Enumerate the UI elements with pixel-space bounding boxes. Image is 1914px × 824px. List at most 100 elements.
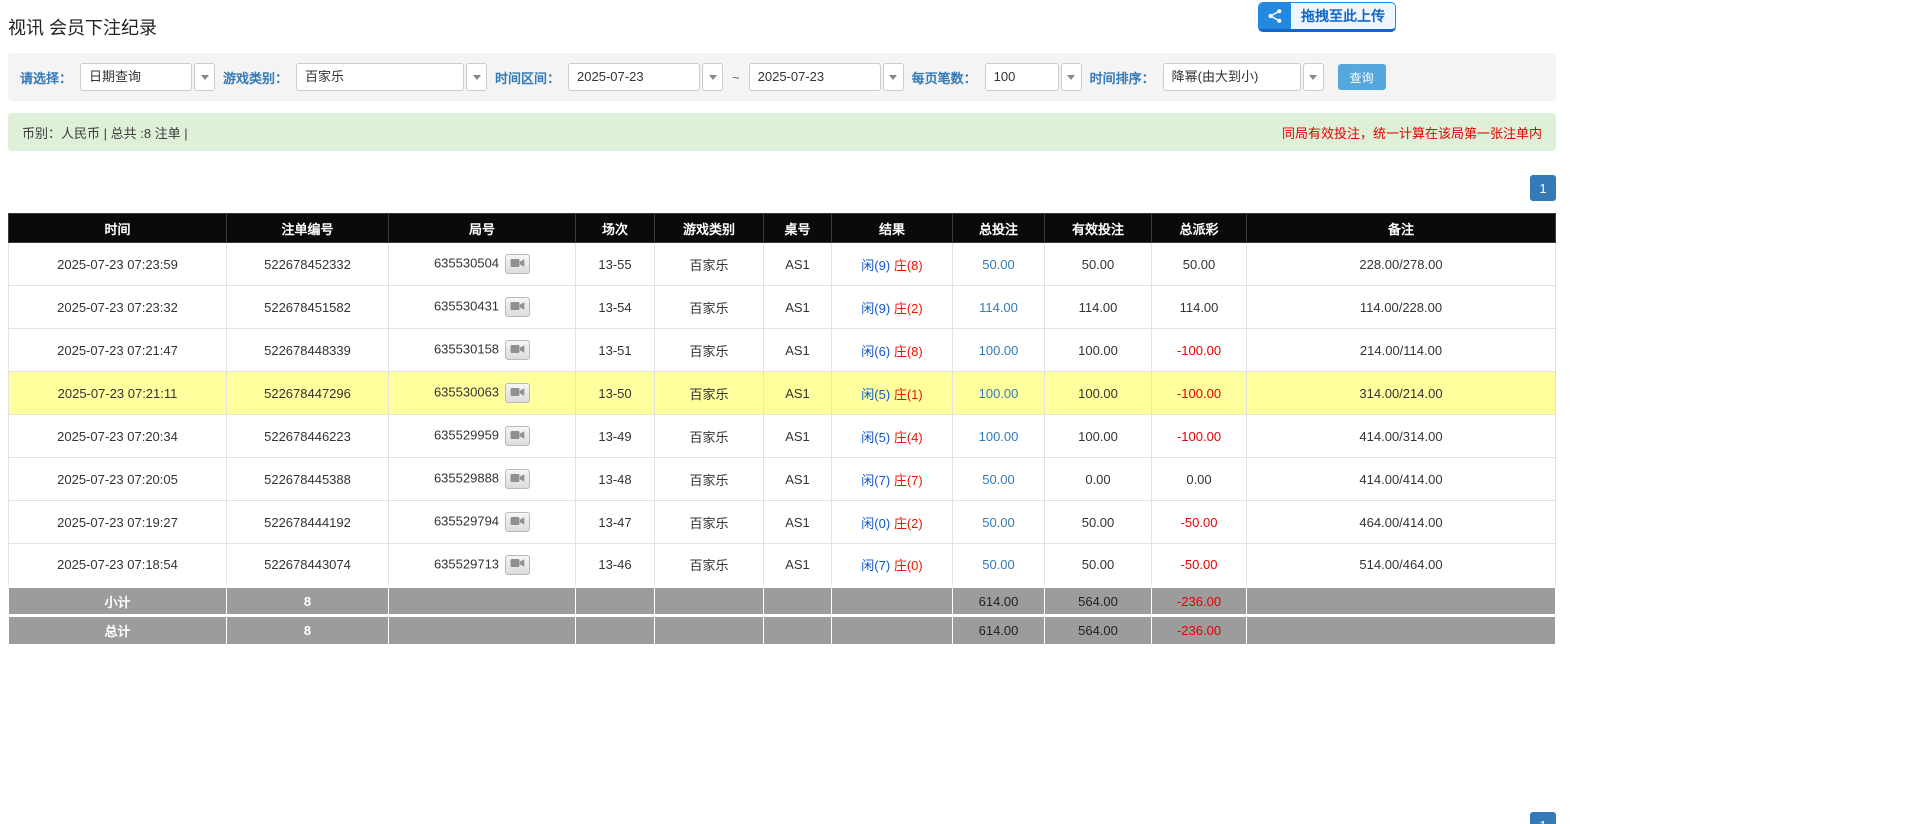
summary-table-no <box>764 616 832 645</box>
time-range-label: 时间区间： <box>495 68 560 87</box>
total-bet-link[interactable]: 100.00 <box>979 386 1019 401</box>
cell-round-id: 635530431 <box>389 286 576 329</box>
round-id-text: 635529888 <box>434 470 499 485</box>
total-bet-link[interactable]: 50.00 <box>982 472 1015 487</box>
query-type-dropdown-button[interactable] <box>194 63 215 91</box>
cell-table-no: AS1 <box>764 458 832 501</box>
main-content: 视讯 会员下注纪录 请选择： 日期查询 游戏类别： 百家乐 时间区间： 2025… <box>8 0 1556 645</box>
query-type-value: 日期查询 <box>80 63 192 91</box>
result-banker: 庄(0) <box>894 558 923 573</box>
summary-bet-id: 8 <box>227 587 389 616</box>
date-to-value: 2025-07-23 <box>749 63 881 91</box>
summary-valid-bet: 564.00 <box>1045 616 1152 645</box>
caret-down-icon <box>473 75 481 80</box>
bet-row: 2025-07-23 07:21:47522678448339635530158… <box>9 329 1556 372</box>
cell-result: 闲(7) 庄(0) <box>832 544 953 587</box>
cell-remark: 514.00/464.00 <box>1247 544 1556 587</box>
page-size-select[interactable]: 100 <box>985 63 1082 91</box>
cell-bet-id: 522678446223 <box>227 415 389 458</box>
total-bet-link[interactable]: 50.00 <box>982 557 1015 572</box>
result-player: 闲(6) <box>861 344 890 359</box>
result-banker: 庄(7) <box>894 473 923 488</box>
result-banker: 庄(4) <box>894 430 923 445</box>
cell-time: 2025-07-23 07:21:47 <box>9 329 227 372</box>
summary-row: 小计8614.00564.00-236.00 <box>9 587 1556 616</box>
summary-game-type <box>655 616 764 645</box>
cell-payout: -50.00 <box>1152 501 1247 544</box>
cell-payout: -100.00 <box>1152 329 1247 372</box>
cell-game-type: 百家乐 <box>655 372 764 415</box>
cell-session: 13-48 <box>576 458 655 501</box>
time-sort-dropdown-button[interactable] <box>1303 63 1324 91</box>
cell-payout: 50.00 <box>1152 243 1247 286</box>
time-sort-value: 降幂(由大到小) <box>1163 63 1301 91</box>
caret-down-icon <box>889 75 897 80</box>
video-replay-button[interactable] <box>505 383 530 403</box>
date-to-select[interactable]: 2025-07-23 <box>749 63 904 91</box>
game-type-dropdown-button[interactable] <box>466 63 487 91</box>
cell-table-no: AS1 <box>764 329 832 372</box>
summary-session <box>576 616 655 645</box>
cell-total-bet: 100.00 <box>953 415 1045 458</box>
video-replay-button[interactable] <box>505 297 530 317</box>
bet-row: 2025-07-23 07:21:11522678447296635530063… <box>9 372 1556 415</box>
column-header-valid-bet: 有效投注 <box>1045 214 1152 243</box>
video-replay-button[interactable] <box>505 340 530 360</box>
date-from-value: 2025-07-23 <box>568 63 700 91</box>
cell-round-id: 635530158 <box>389 329 576 372</box>
notice-text: 同局有效投注，统一计算在该局第一张注单内 <box>1282 123 1542 142</box>
video-replay-button[interactable] <box>505 426 530 446</box>
cell-session: 13-47 <box>576 501 655 544</box>
cell-session: 13-55 <box>576 243 655 286</box>
cell-round-id: 635529794 <box>389 501 576 544</box>
search-button[interactable]: 查询 <box>1338 64 1386 90</box>
date-from-dropdown-button[interactable] <box>702 63 723 91</box>
video-replay-button[interactable] <box>505 469 530 489</box>
cell-total-bet: 50.00 <box>953 243 1045 286</box>
upload-dropzone[interactable]: 拖拽至此上传 <box>1258 2 1396 32</box>
game-type-value: 百家乐 <box>296 63 464 91</box>
column-header-time: 时间 <box>9 214 227 243</box>
page-1-button[interactable]: 1 <box>1530 175 1556 201</box>
cell-bet-id: 522678445388 <box>227 458 389 501</box>
summary-payout: -236.00 <box>1152 616 1247 645</box>
cell-time: 2025-07-23 07:23:32 <box>9 286 227 329</box>
result-player: 闲(5) <box>861 430 890 445</box>
total-bet-link[interactable]: 114.00 <box>979 300 1018 315</box>
query-type-select[interactable]: 日期查询 <box>80 63 215 91</box>
page-1-button[interactable]: 1 <box>1530 812 1556 824</box>
total-bet-link[interactable]: 100.00 <box>979 429 1019 444</box>
result-banker: 庄(8) <box>894 258 923 273</box>
time-sort-select[interactable]: 降幂(由大到小) <box>1163 63 1324 91</box>
summary-row-label: 总计 <box>9 616 227 645</box>
cell-remark: 414.00/314.00 <box>1247 415 1556 458</box>
summary-bet-id: 8 <box>227 616 389 645</box>
cell-payout: 0.00 <box>1152 458 1247 501</box>
query-type-label: 请选择： <box>20 68 72 87</box>
caret-down-icon <box>201 75 209 80</box>
summary-table-no <box>764 587 832 616</box>
cell-bet-id: 522678448339 <box>227 329 389 372</box>
page-size-value: 100 <box>985 63 1059 91</box>
date-to-dropdown-button[interactable] <box>883 63 904 91</box>
video-replay-button[interactable] <box>505 512 530 532</box>
total-bet-link[interactable]: 50.00 <box>982 515 1015 530</box>
total-bet-link[interactable]: 100.00 <box>979 343 1019 358</box>
total-bet-link[interactable]: 50.00 <box>982 257 1015 272</box>
video-camera-icon <box>510 343 525 358</box>
cell-time: 2025-07-23 07:20:05 <box>9 458 227 501</box>
cell-result: 闲(0) 庄(2) <box>832 501 953 544</box>
result-player: 闲(9) <box>861 301 890 316</box>
share-nodes-icon <box>1259 3 1291 29</box>
video-replay-button[interactable] <box>505 555 530 575</box>
video-replay-button[interactable] <box>505 254 530 274</box>
cell-valid-bet: 100.00 <box>1045 372 1152 415</box>
column-header-result: 结果 <box>832 214 953 243</box>
cell-bet-id: 522678447296 <box>227 372 389 415</box>
column-header-payout: 总派彩 <box>1152 214 1247 243</box>
page-size-dropdown-button[interactable] <box>1061 63 1082 91</box>
date-from-select[interactable]: 2025-07-23 <box>568 63 723 91</box>
cell-payout: -50.00 <box>1152 544 1247 587</box>
game-type-select[interactable]: 百家乐 <box>296 63 487 91</box>
summary-result <box>832 587 953 616</box>
